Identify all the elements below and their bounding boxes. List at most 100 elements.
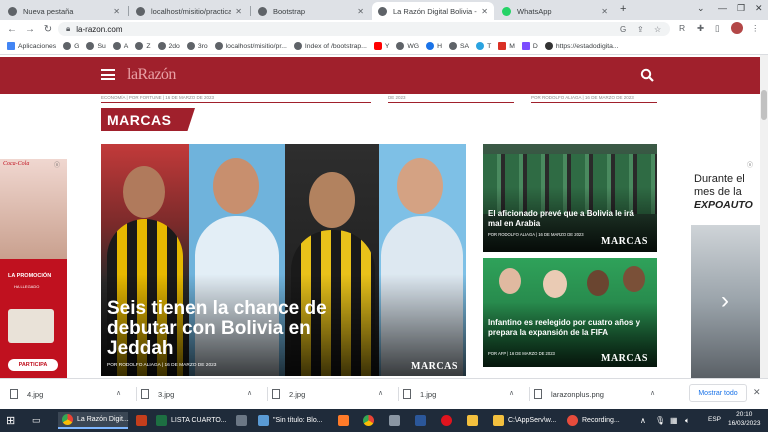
tab-whatsapp[interactable]: WhatsApp ✕ <box>496 2 614 20</box>
taskbar-item-explorer[interactable] <box>467 412 482 429</box>
network-icon[interactable]: ▦ <box>670 412 678 429</box>
close-icon[interactable]: ✕ <box>113 7 120 16</box>
globe-icon <box>136 6 145 16</box>
show-all-button[interactable]: Mostrar todo <box>689 384 747 402</box>
address-bar[interactable]: 🔒︎ la-razon.com G ⇪ ☆ <box>58 22 670 36</box>
bookmark[interactable]: 2do <box>157 42 180 50</box>
taskbar-item-chrome[interactable]: La Razón Digit... <box>58 412 129 429</box>
scrollbar-thumb[interactable] <box>761 90 767 120</box>
bookmark[interactable]: localhost/misitio/pr... <box>214 42 287 50</box>
taskbar-item-recorder[interactable]: Recording... <box>567 412 633 429</box>
forward-icon[interactable]: → <box>21 24 39 35</box>
tab-la-razon[interactable]: La Razón Digital Bolivia - La ✕ <box>372 2 494 20</box>
task-view-icon[interactable]: ▭ <box>32 412 41 429</box>
taskbar-item-calc[interactable] <box>389 412 404 429</box>
bookmark[interactable]: Z <box>135 42 151 50</box>
site-logo[interactable]: laRazón <box>127 66 176 84</box>
microphone-icon[interactable]: 🎙︎ <box>655 412 665 429</box>
bookmark[interactable]: A <box>112 42 128 50</box>
puzzle-icon[interactable]: ✚ <box>697 23 704 34</box>
download-item[interactable]: 4.jpg ∧ <box>10 384 130 404</box>
tab-nueva-pestana[interactable]: Nueva pestaña ✕ <box>2 2 126 20</box>
close-icon[interactable]: ✕ <box>357 7 364 16</box>
bookmark[interactable]: G <box>63 42 79 50</box>
close-window-icon[interactable]: ✕ <box>755 3 763 14</box>
article-headline[interactable]: Infantino es reelegido por cuatro años y… <box>488 318 648 338</box>
new-tab-button[interactable]: + <box>620 3 626 15</box>
advertisement-left[interactable]: Coca-Cola ⓧ LA PROMOCIÓN HA LLEGADO PART… <box>0 159 67 378</box>
article-headline[interactable]: Seis tienen la chance de debutar con Bol… <box>107 299 377 359</box>
side-article-card[interactable]: El aficionado prevé que a Bolivia le irá… <box>483 144 657 252</box>
chevron-up-icon[interactable]: ∧ <box>247 389 252 397</box>
ad-close-icon[interactable]: ⓧ <box>54 160 60 169</box>
taskbar-item-opera[interactable] <box>441 412 456 429</box>
bookmark[interactable]: SA <box>449 42 469 50</box>
advertisement-right[interactable]: ⓧ Durante el mes de la EXPOAUTO › <box>691 159 760 378</box>
extension-r-icon[interactable]: R <box>679 23 685 33</box>
bookmark[interactable]: Y <box>373 42 389 50</box>
language-indicator[interactable]: ESP <box>708 416 721 423</box>
close-icon[interactable]: ✕ <box>481 7 488 16</box>
taskbar-item-sublime[interactable] <box>338 412 353 429</box>
download-item[interactable]: larazonplus.png ∧ <box>534 384 664 404</box>
back-icon[interactable]: ← <box>3 24 21 35</box>
apps-grid-icon <box>7 42 15 50</box>
reload-icon[interactable]: ↻ <box>39 24 57 35</box>
taskbar-item-app[interactable] <box>236 412 251 429</box>
chevron-right-icon[interactable]: › <box>721 287 729 315</box>
chevron-up-icon[interactable]: ∧ <box>116 389 121 397</box>
system-clock[interactable]: 20:10 16/03/2023 <box>728 410 761 428</box>
side-article-card[interactable]: Infantino es reelegido por cuatro años y… <box>483 258 657 367</box>
bookmark-apps[interactable]: Aplicaciones <box>7 42 56 50</box>
ad-cta-button[interactable]: PARTICIPA <box>8 359 58 371</box>
player-head <box>123 166 165 218</box>
tray-chevron-icon[interactable]: ∧ <box>640 412 646 429</box>
taskbar-item-word[interactable] <box>415 412 430 429</box>
menu-dots-icon[interactable]: ⋮ <box>751 23 760 34</box>
previous-byline: ECONOMÍA | POR FORTUNE | 16 DE MARZO DE … <box>101 95 371 103</box>
ad-close-icon[interactable]: ⓧ <box>747 160 753 169</box>
close-icon[interactable]: ✕ <box>235 7 242 16</box>
minimize-icon[interactable]: — <box>718 3 727 13</box>
taskbar-item-explorer-path[interactable]: C:\AppServ\w... <box>493 412 561 429</box>
bookmark[interactable]: 3ro <box>186 42 208 50</box>
avatar[interactable] <box>731 22 743 34</box>
hamburger-menu-icon[interactable] <box>101 69 115 80</box>
article-headline[interactable]: El aficionado prevé que a Bolivia le irá… <box>488 209 638 229</box>
chevron-up-icon[interactable]: ∧ <box>509 389 514 397</box>
chevron-down-icon[interactable]: ⌄ <box>697 3 705 14</box>
chevron-up-icon[interactable]: ∧ <box>378 389 383 397</box>
restore-icon[interactable]: ❐ <box>737 3 745 14</box>
close-icon[interactable]: ✕ <box>753 387 761 398</box>
bookmark[interactable]: https://estadodigita... <box>544 42 619 50</box>
sidepanel-icon[interactable]: ▯ <box>715 23 720 34</box>
tab-label: localhost/misitio/practica1/n <box>151 6 232 16</box>
bookmark[interactable]: WG <box>396 42 419 50</box>
previous-byline: POR RODOLFO ALIAGA | 16 DE MARZO DE 2023 <box>531 95 657 103</box>
bookmark[interactable]: T <box>476 42 491 50</box>
image-file-icon <box>534 389 542 399</box>
google-icon[interactable]: G <box>620 25 626 34</box>
star-icon[interactable]: ☆ <box>654 25 661 34</box>
close-icon[interactable]: ✕ <box>601 7 608 16</box>
bookmark[interactable]: M <box>498 42 515 50</box>
taskbar-item-chrome-2[interactable] <box>363 412 378 429</box>
bookmark[interactable]: H <box>426 42 442 50</box>
windows-start-icon[interactable]: ⊞ <box>6 412 15 429</box>
taskbar-item-notepad[interactable]: "Sin título: Blo... <box>258 412 330 429</box>
download-item[interactable]: 3.jpg ∧ <box>141 384 261 404</box>
tab-localhost[interactable]: localhost/misitio/practica1/n ✕ <box>130 2 248 20</box>
main-article-card[interactable]: Seis tienen la chance de debutar con Bol… <box>101 144 466 376</box>
download-item[interactable]: 1.jpg ∧ <box>403 384 523 404</box>
tab-bootstrap[interactable]: Bootstrap ✕ <box>252 2 370 20</box>
download-item[interactable]: 2.jpg ∧ <box>272 384 392 404</box>
taskbar-item-powerpoint[interactable] <box>136 412 151 429</box>
bookmark[interactable]: D <box>521 42 538 50</box>
bookmark[interactable]: Su <box>86 42 106 50</box>
chevron-up-icon[interactable]: ∧ <box>650 389 655 397</box>
search-icon[interactable] <box>640 68 654 82</box>
bookmark[interactable]: Index of /bootstrap... <box>293 42 367 50</box>
share-icon[interactable]: ⇪ <box>637 25 644 34</box>
taskbar-item-excel[interactable]: LISTA CUARTO... <box>156 412 227 429</box>
volume-icon[interactable]: 🔈︎ <box>685 412 690 429</box>
